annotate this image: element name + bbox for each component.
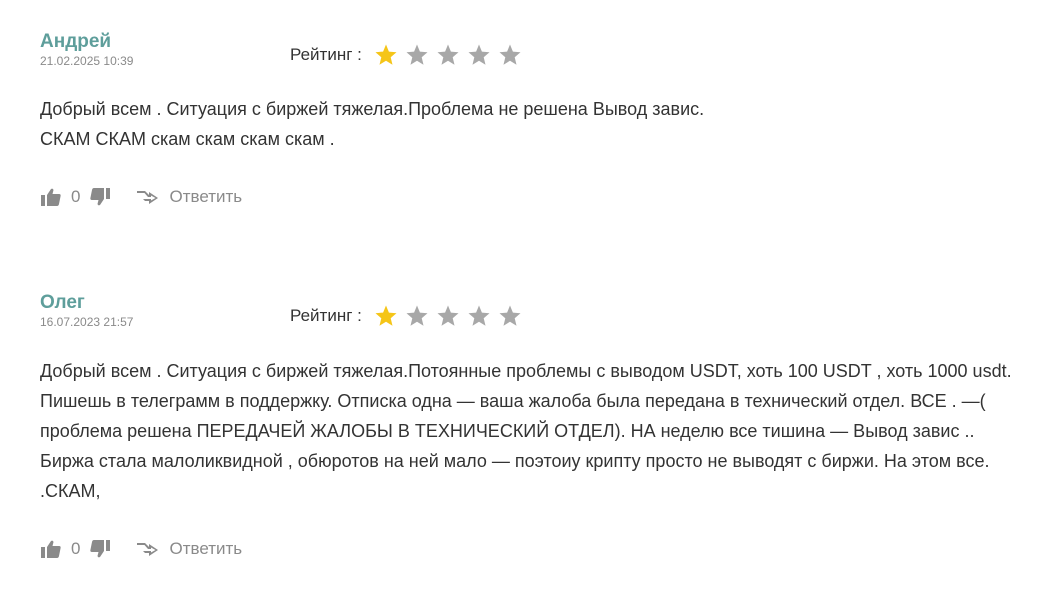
rating-label: Рейтинг : xyxy=(290,306,362,325)
star-empty-icon xyxy=(498,304,522,328)
star-empty-icon xyxy=(467,304,491,328)
review-text-line: Добрый всем . Ситуация с биржей тяжелая.… xyxy=(40,99,705,119)
reply-label: Ответить xyxy=(169,539,243,558)
review-actions: 0 Ответить xyxy=(40,537,242,561)
review-text-line: СКАМ СКАМ скам скам скам скам . xyxy=(40,129,335,149)
star-empty-icon xyxy=(405,43,429,67)
thumbs-up-icon[interactable] xyxy=(40,186,62,208)
thumbs-up-icon[interactable] xyxy=(40,538,62,560)
review-rating: Рейтинг : xyxy=(290,302,529,330)
reply-button[interactable]: Ответить xyxy=(137,186,242,208)
review-text: Добрый всем . Ситуация с биржей тяжелая.… xyxy=(40,356,1058,506)
thumbs-down-icon[interactable] xyxy=(89,186,111,208)
thumbs-down-icon[interactable] xyxy=(89,538,111,560)
review-author: Андрей xyxy=(40,31,112,52)
review-text-line: Биржа стала малоликвидной , обюротов на … xyxy=(40,451,990,471)
like-count: 0 xyxy=(71,187,81,206)
review-actions: 0 Ответить xyxy=(40,185,242,209)
review-date: 21.02.2025 10:39 xyxy=(40,54,134,68)
reply-arrow-icon xyxy=(137,186,161,208)
review-text-line: Добрый всем . Ситуация с биржей тяжелая.… xyxy=(40,361,1012,381)
review-author: Олег xyxy=(40,292,85,313)
review-text-line: Пишешь в телеграмм в поддержку. Отписка … xyxy=(40,391,986,411)
review-text-line: проблема решена ПЕРЕДАЧЕЙ ЖАЛОБЫ В ТЕХНИ… xyxy=(40,421,975,441)
star-empty-icon xyxy=(467,43,491,67)
star-filled-icon xyxy=(374,43,398,67)
rating-stars xyxy=(374,304,529,328)
review-text: Добрый всем . Ситуация с биржей тяжелая.… xyxy=(40,94,1058,154)
review-rating: Рейтинг : xyxy=(290,41,529,69)
star-filled-icon xyxy=(374,304,398,328)
star-empty-icon xyxy=(405,304,429,328)
like-count: 0 xyxy=(71,539,81,558)
review-date: 16.07.2023 21:57 xyxy=(40,315,134,329)
rating-label: Рейтинг : xyxy=(290,45,362,64)
reply-arrow-icon xyxy=(137,538,161,560)
star-empty-icon xyxy=(498,43,522,67)
star-empty-icon xyxy=(436,304,460,328)
reply-button[interactable]: Ответить xyxy=(137,538,242,560)
reply-label: Ответить xyxy=(169,187,243,206)
rating-stars xyxy=(374,43,529,67)
review-text-line: .СКАМ, xyxy=(40,481,101,501)
star-empty-icon xyxy=(436,43,460,67)
